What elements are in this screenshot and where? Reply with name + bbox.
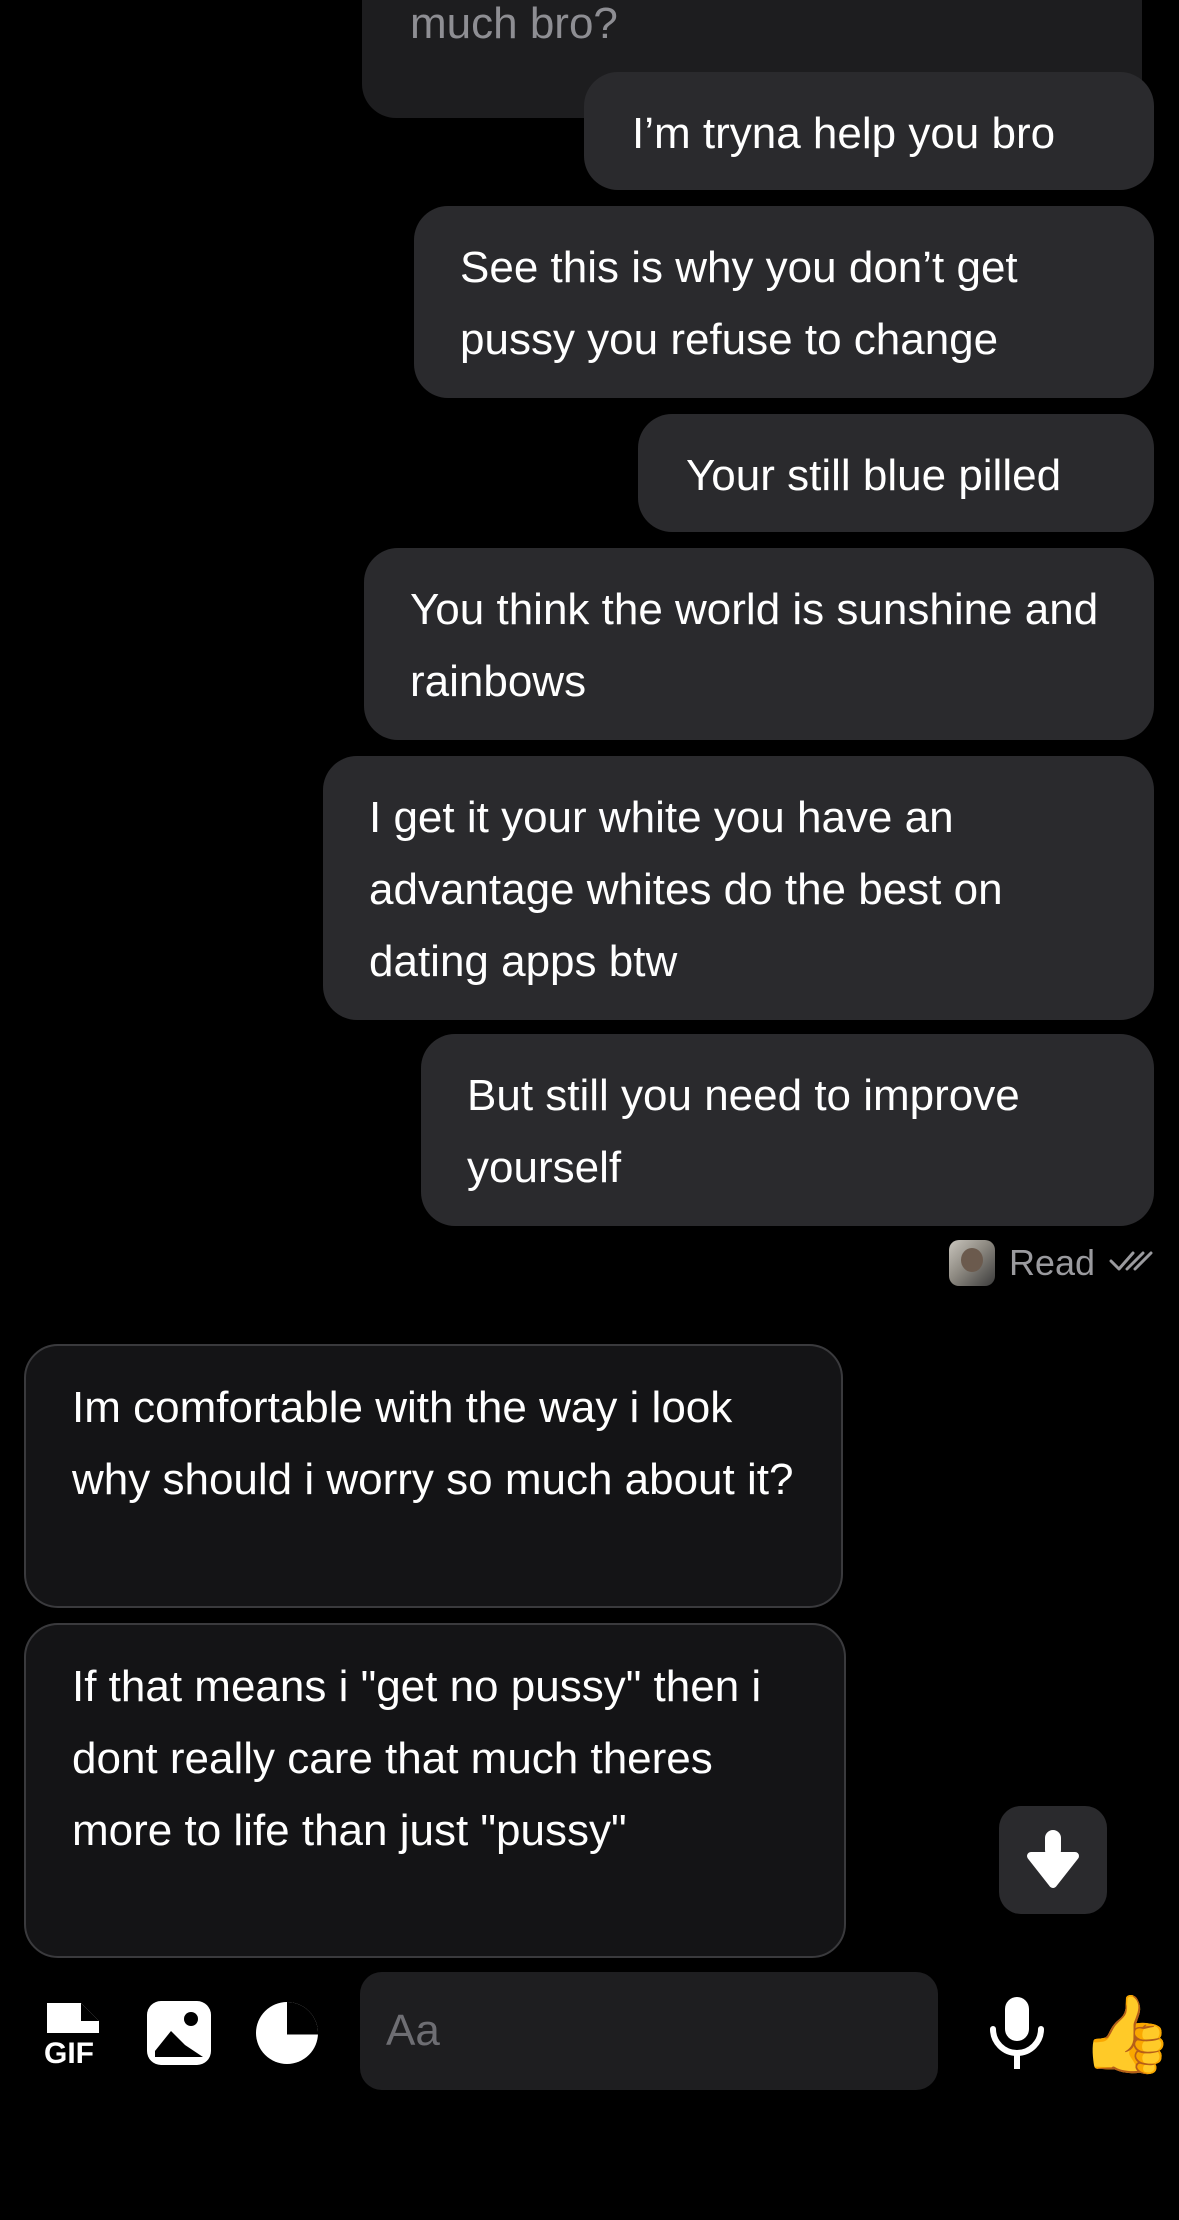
gif-button[interactable]: GIF (28, 1970, 118, 2100)
gif-icon: GIF (41, 1999, 105, 2072)
message-composer: GIF Aa 👍 (0, 1970, 1179, 2100)
sticker-button[interactable] (242, 1970, 332, 2100)
svg-text:GIF: GIF (44, 2037, 94, 2067)
message-text: But still you need to improve yourself (467, 1071, 1020, 1192)
message-text: You think the world is sunshine and rain… (410, 585, 1099, 706)
outgoing-message[interactable]: I get it your white you have an advantag… (323, 756, 1154, 1020)
message-text: I’m tryna help you bro (632, 109, 1056, 158)
message-text: See this is why you don’t get pussy you … (460, 243, 1018, 364)
image-icon (145, 1999, 213, 2072)
message-text: If that means i "get no pussy" then i do… (72, 1662, 762, 1855)
sticker-icon (254, 2000, 320, 2071)
microphone-icon (987, 1995, 1047, 2076)
photo-button[interactable] (134, 1970, 224, 2100)
incoming-message[interactable]: If that means i "get no pussy" then i do… (24, 1623, 846, 1958)
outgoing-message[interactable]: But still you need to improve yourself (421, 1034, 1154, 1226)
outgoing-message[interactable]: Your still blue pilled (638, 414, 1154, 532)
message-text: Im comfortable with the way i look why s… (72, 1383, 794, 1504)
incoming-message[interactable]: Im comfortable with the way i look why s… (24, 1344, 843, 1608)
voice-message-button[interactable] (972, 1970, 1062, 2100)
double-check-icon (1109, 1247, 1153, 1280)
read-receipt: Read (948, 1238, 1153, 1288)
read-receipt-label: Read (1008, 1242, 1095, 1283)
outgoing-message[interactable]: You think the world is sunshine and rain… (364, 548, 1154, 740)
message-input-container (360, 1972, 938, 2090)
outgoing-message[interactable]: See this is why you don’t get pussy you … (414, 206, 1154, 398)
scroll-to-bottom-button[interactable] (999, 1806, 1107, 1914)
message-input[interactable] (384, 2005, 914, 2057)
message-text: Your still blue pilled (686, 451, 1062, 500)
thumbs-up-icon: 👍 (1079, 1992, 1175, 2077)
message-text: much bro? (410, 0, 618, 48)
arrow-down-icon (1025, 1826, 1081, 1895)
outgoing-message[interactable]: I’m tryna help you bro (584, 72, 1154, 190)
message-text: I get it your white you have an advantag… (369, 793, 1003, 986)
like-button[interactable]: 👍 (1079, 1970, 1175, 2100)
avatar (948, 1240, 995, 1286)
